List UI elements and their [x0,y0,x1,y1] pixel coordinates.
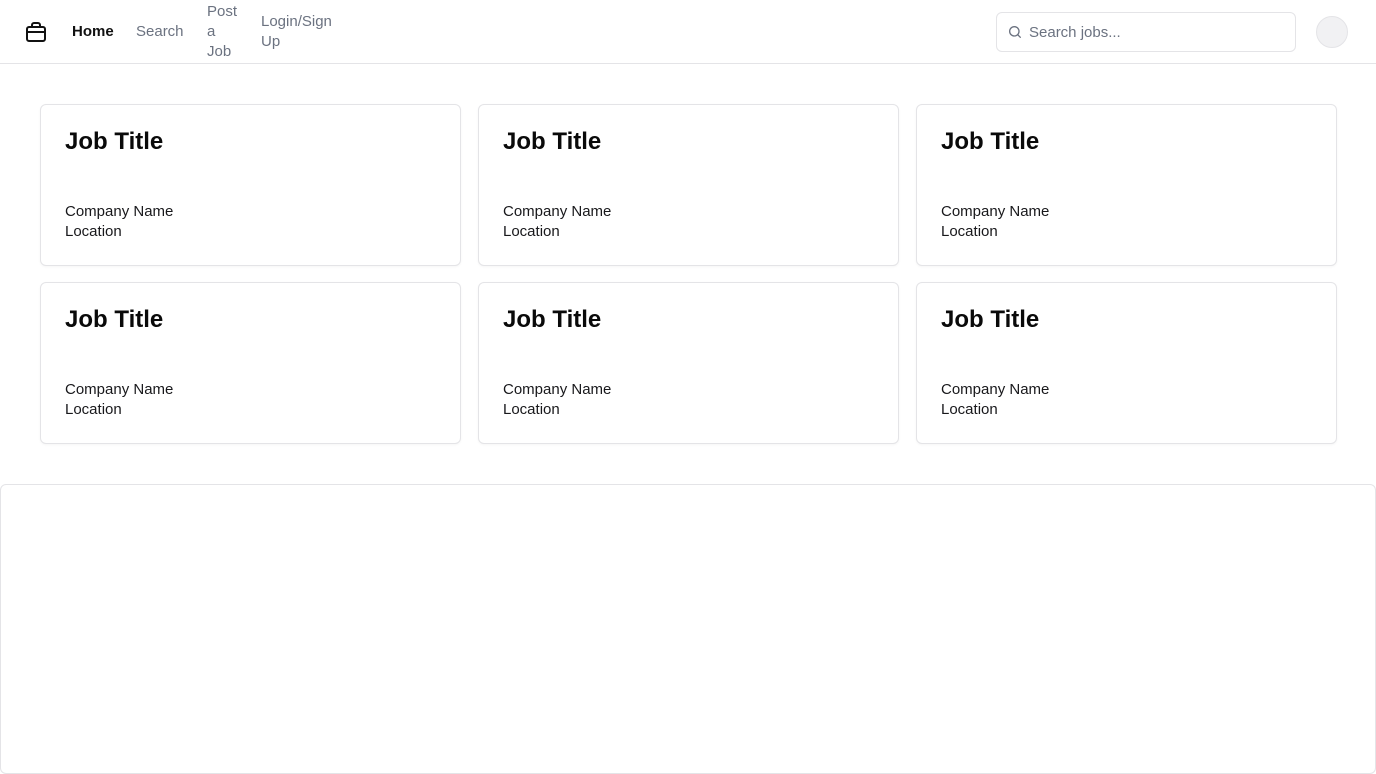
job-company: Company Name [65,203,174,220]
nav-search-link[interactable]: Search [136,22,184,42]
job-company: Company Name [65,381,174,398]
top-navbar: Home Search Post a Job Login/Sign Up [0,0,1376,64]
job-location: Location [941,223,998,240]
job-title: Job Title [941,306,1040,333]
nav-home-link[interactable]: Home [72,22,114,42]
search-icon [1009,26,1021,38]
job-title: Job Title [503,128,602,155]
job-location: Location [65,401,122,418]
job-company: Company Name [941,203,1050,220]
job-card[interactable]: Job Title Company Name Location [40,104,461,266]
nav-login-signup-link[interactable]: Login/Sign Up [261,12,337,52]
job-location: Location [65,223,122,240]
job-card[interactable]: Job Title Company Name Location [478,104,899,266]
job-title: Job Title [941,128,1040,155]
job-title: Job Title [65,306,164,333]
job-card[interactable]: Job Title Company Name Location [916,104,1337,266]
job-card[interactable]: Job Title Company Name Location [916,282,1337,444]
job-location: Location [941,401,998,418]
job-card[interactable]: Job Title Company Name Location [40,282,461,444]
search-input[interactable] [1029,21,1285,43]
job-location: Location [503,223,560,240]
bottom-panel [0,484,1376,774]
job-grid: Job Title Company Name Location Job Titl… [40,104,1337,444]
search-box[interactable] [996,12,1296,52]
job-company: Company Name [503,381,612,398]
job-company: Company Name [941,381,1050,398]
nav-post-job-link[interactable]: Post a Job [207,2,243,62]
avatar[interactable] [1316,16,1348,48]
job-title: Job Title [503,306,602,333]
job-company: Company Name [503,203,612,220]
job-card[interactable]: Job Title Company Name Location [478,282,899,444]
job-location: Location [503,401,560,418]
job-title: Job Title [65,128,164,155]
briefcase-icon[interactable] [24,20,48,44]
